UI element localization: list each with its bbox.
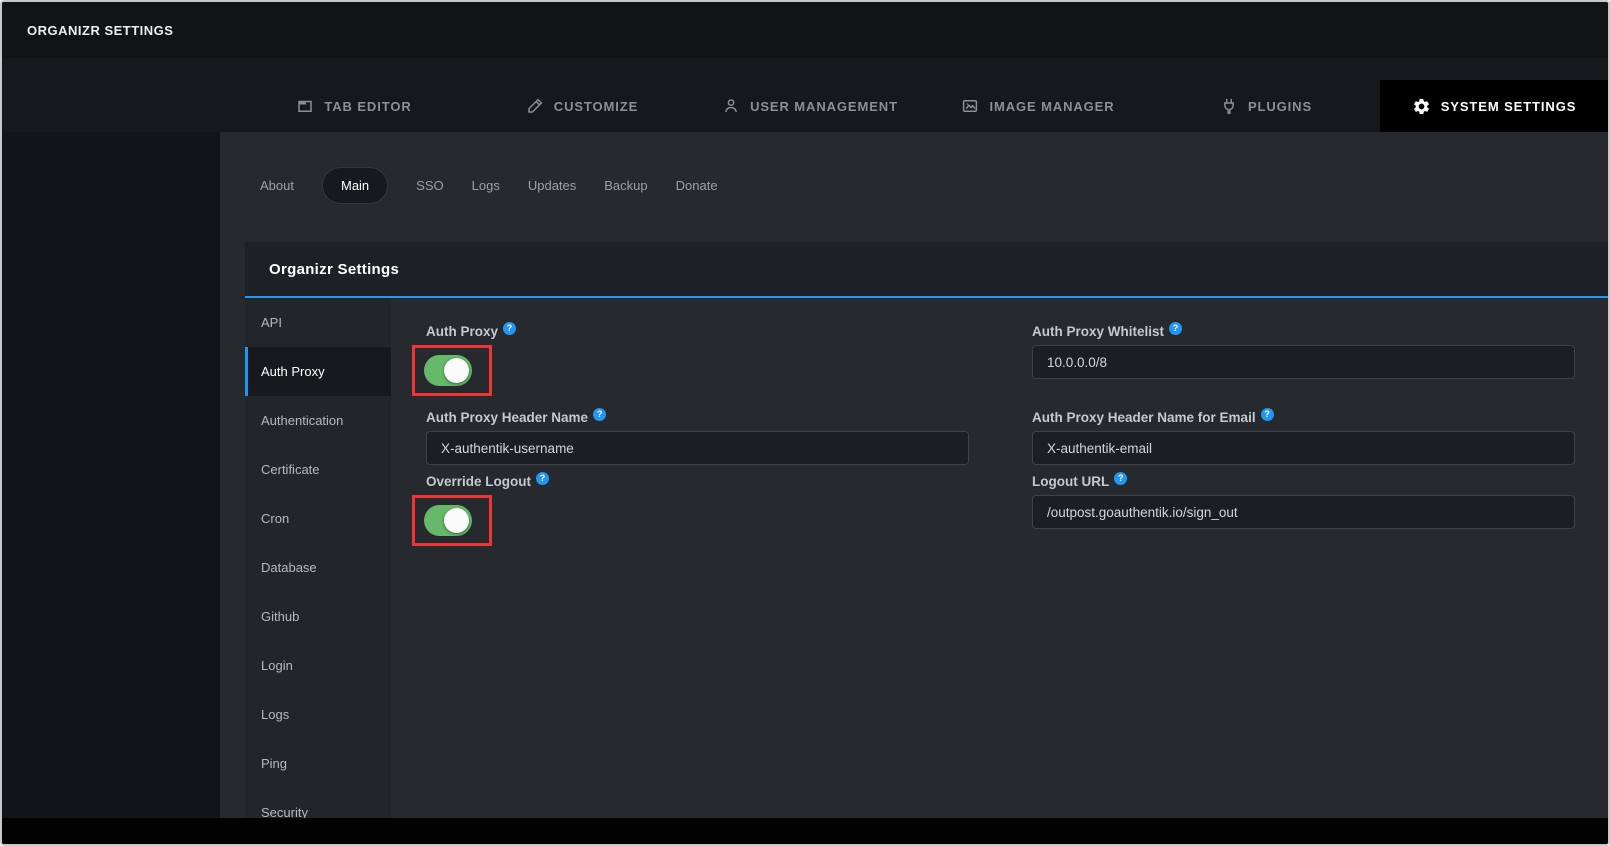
organizr-settings-panel: Organizr Settings API Auth Proxy Authent… [245, 242, 1608, 818]
field-label-text: Auth Proxy [426, 324, 498, 339]
field-logout-url: Logout URL ? [1032, 474, 1575, 551]
field-label-text: Auth Proxy Header Name for Email [1032, 410, 1256, 425]
menu-item-ping[interactable]: Ping [245, 739, 391, 788]
field-label-text: Auth Proxy Header Name [426, 410, 588, 425]
help-icon[interactable]: ? [536, 472, 549, 485]
bottom-bar [2, 818, 1608, 844]
menu-item-api[interactable]: API [245, 298, 391, 347]
auth-proxy-toggle[interactable] [424, 355, 472, 386]
tab-system-settings[interactable]: SYSTEM SETTINGS [1380, 80, 1608, 132]
menu-item-database[interactable]: Database [245, 543, 391, 592]
user-management-icon [722, 97, 740, 115]
field-auth-proxy: Auth Proxy ? [426, 324, 969, 401]
subtab-about[interactable]: About [260, 178, 294, 193]
tab-label: TAB EDITOR [324, 99, 411, 114]
panel-title: Organizr Settings [269, 261, 399, 278]
field-auth-proxy-header-email: Auth Proxy Header Name for Email ? [1032, 410, 1575, 465]
subtab-backup[interactable]: Backup [604, 178, 647, 193]
plugins-icon [1220, 97, 1238, 115]
help-icon[interactable]: ? [593, 408, 606, 421]
override-logout-toggle[interactable] [424, 505, 472, 536]
tab-customize[interactable]: CUSTOMIZE [468, 80, 696, 132]
menu-item-login[interactable]: Login [245, 641, 391, 690]
settings-content: About Main SSO Logs Updates Backup Donat… [220, 132, 1608, 818]
annotation-box [412, 495, 492, 546]
settings-nav-tabs: TAB EDITOR CUSTOMIZE USER MANAGEMENT IMA… [2, 80, 1608, 132]
auth-proxy-header-email-input[interactable] [1032, 431, 1575, 465]
auth-proxy-form: Auth Proxy ? Auth Proxy Whitelist ? [391, 298, 1608, 818]
field-label: Logout URL ? [1032, 474, 1575, 489]
menu-item-certificate[interactable]: Certificate [245, 445, 391, 494]
help-icon[interactable]: ? [503, 322, 516, 335]
menu-item-cron[interactable]: Cron [245, 494, 391, 543]
tab-tab-editor[interactable]: TAB EDITOR [240, 80, 468, 132]
settings-menu: API Auth Proxy Authentication Certificat… [245, 298, 391, 818]
subtab-donate[interactable]: Donate [676, 178, 718, 193]
settings-nav: TAB EDITOR CUSTOMIZE USER MANAGEMENT IMA… [2, 58, 1608, 132]
auth-proxy-whitelist-input[interactable] [1032, 345, 1575, 379]
field-auth-proxy-header-name: Auth Proxy Header Name ? [426, 410, 969, 465]
gear-icon [1412, 97, 1431, 116]
tab-image-manager[interactable]: IMAGE MANAGER [924, 80, 1152, 132]
subnav: About Main SSO Logs Updates Backup Donat… [220, 132, 1608, 212]
field-label: Auth Proxy Whitelist ? [1032, 324, 1575, 339]
menu-item-security[interactable]: Security [245, 788, 391, 818]
menu-item-authentication[interactable]: Authentication [245, 396, 391, 445]
field-label: Auth Proxy Header Name for Email ? [1032, 410, 1575, 425]
page-title: ORGANIZR SETTINGS [27, 23, 173, 38]
field-override-logout: Override Logout ? [426, 474, 969, 551]
annotation-box [412, 345, 492, 396]
panel-header: Organizr Settings [245, 242, 1608, 298]
tab-label: IMAGE MANAGER [989, 99, 1114, 114]
organizr-settings-window: ORGANIZR SETTINGS TAB EDITOR CUSTOMIZE [0, 0, 1610, 846]
menu-item-github[interactable]: Github [245, 592, 391, 641]
left-sidebar [2, 132, 220, 818]
menu-item-auth-proxy[interactable]: Auth Proxy [245, 347, 391, 396]
field-label-text: Auth Proxy Whitelist [1032, 324, 1164, 339]
tab-label: SYSTEM SETTINGS [1441, 99, 1577, 114]
switch-knob [444, 508, 469, 533]
help-icon[interactable]: ? [1114, 472, 1127, 485]
subtab-sso[interactable]: SSO [416, 178, 443, 193]
help-icon[interactable]: ? [1261, 408, 1274, 421]
tab-plugins[interactable]: PLUGINS [1152, 80, 1380, 132]
field-label-text: Logout URL [1032, 474, 1109, 489]
subtab-logs[interactable]: Logs [472, 178, 500, 193]
field-label: Auth Proxy ? [426, 324, 969, 339]
image-manager-icon [961, 97, 979, 115]
help-icon[interactable]: ? [1169, 322, 1182, 335]
customize-icon [526, 97, 544, 115]
tab-label: PLUGINS [1248, 99, 1312, 114]
subtab-updates[interactable]: Updates [528, 178, 576, 193]
menu-item-logs[interactable]: Logs [245, 690, 391, 739]
tab-editor-icon [296, 97, 314, 115]
field-label-text: Override Logout [426, 474, 531, 489]
subtab-main[interactable]: Main [322, 167, 388, 204]
tab-label: USER MANAGEMENT [750, 99, 898, 114]
panel-body: API Auth Proxy Authentication Certificat… [245, 298, 1608, 818]
switch-knob [444, 358, 469, 383]
field-auth-proxy-whitelist: Auth Proxy Whitelist ? [1032, 324, 1575, 401]
tab-user-management[interactable]: USER MANAGEMENT [696, 80, 924, 132]
topbar: ORGANIZR SETTINGS [2, 2, 1608, 58]
logout-url-input[interactable] [1032, 495, 1575, 529]
field-label: Auth Proxy Header Name ? [426, 410, 969, 425]
auth-proxy-header-name-input[interactable] [426, 431, 969, 465]
tab-label: CUSTOMIZE [554, 99, 638, 114]
field-label: Override Logout ? [426, 474, 969, 489]
